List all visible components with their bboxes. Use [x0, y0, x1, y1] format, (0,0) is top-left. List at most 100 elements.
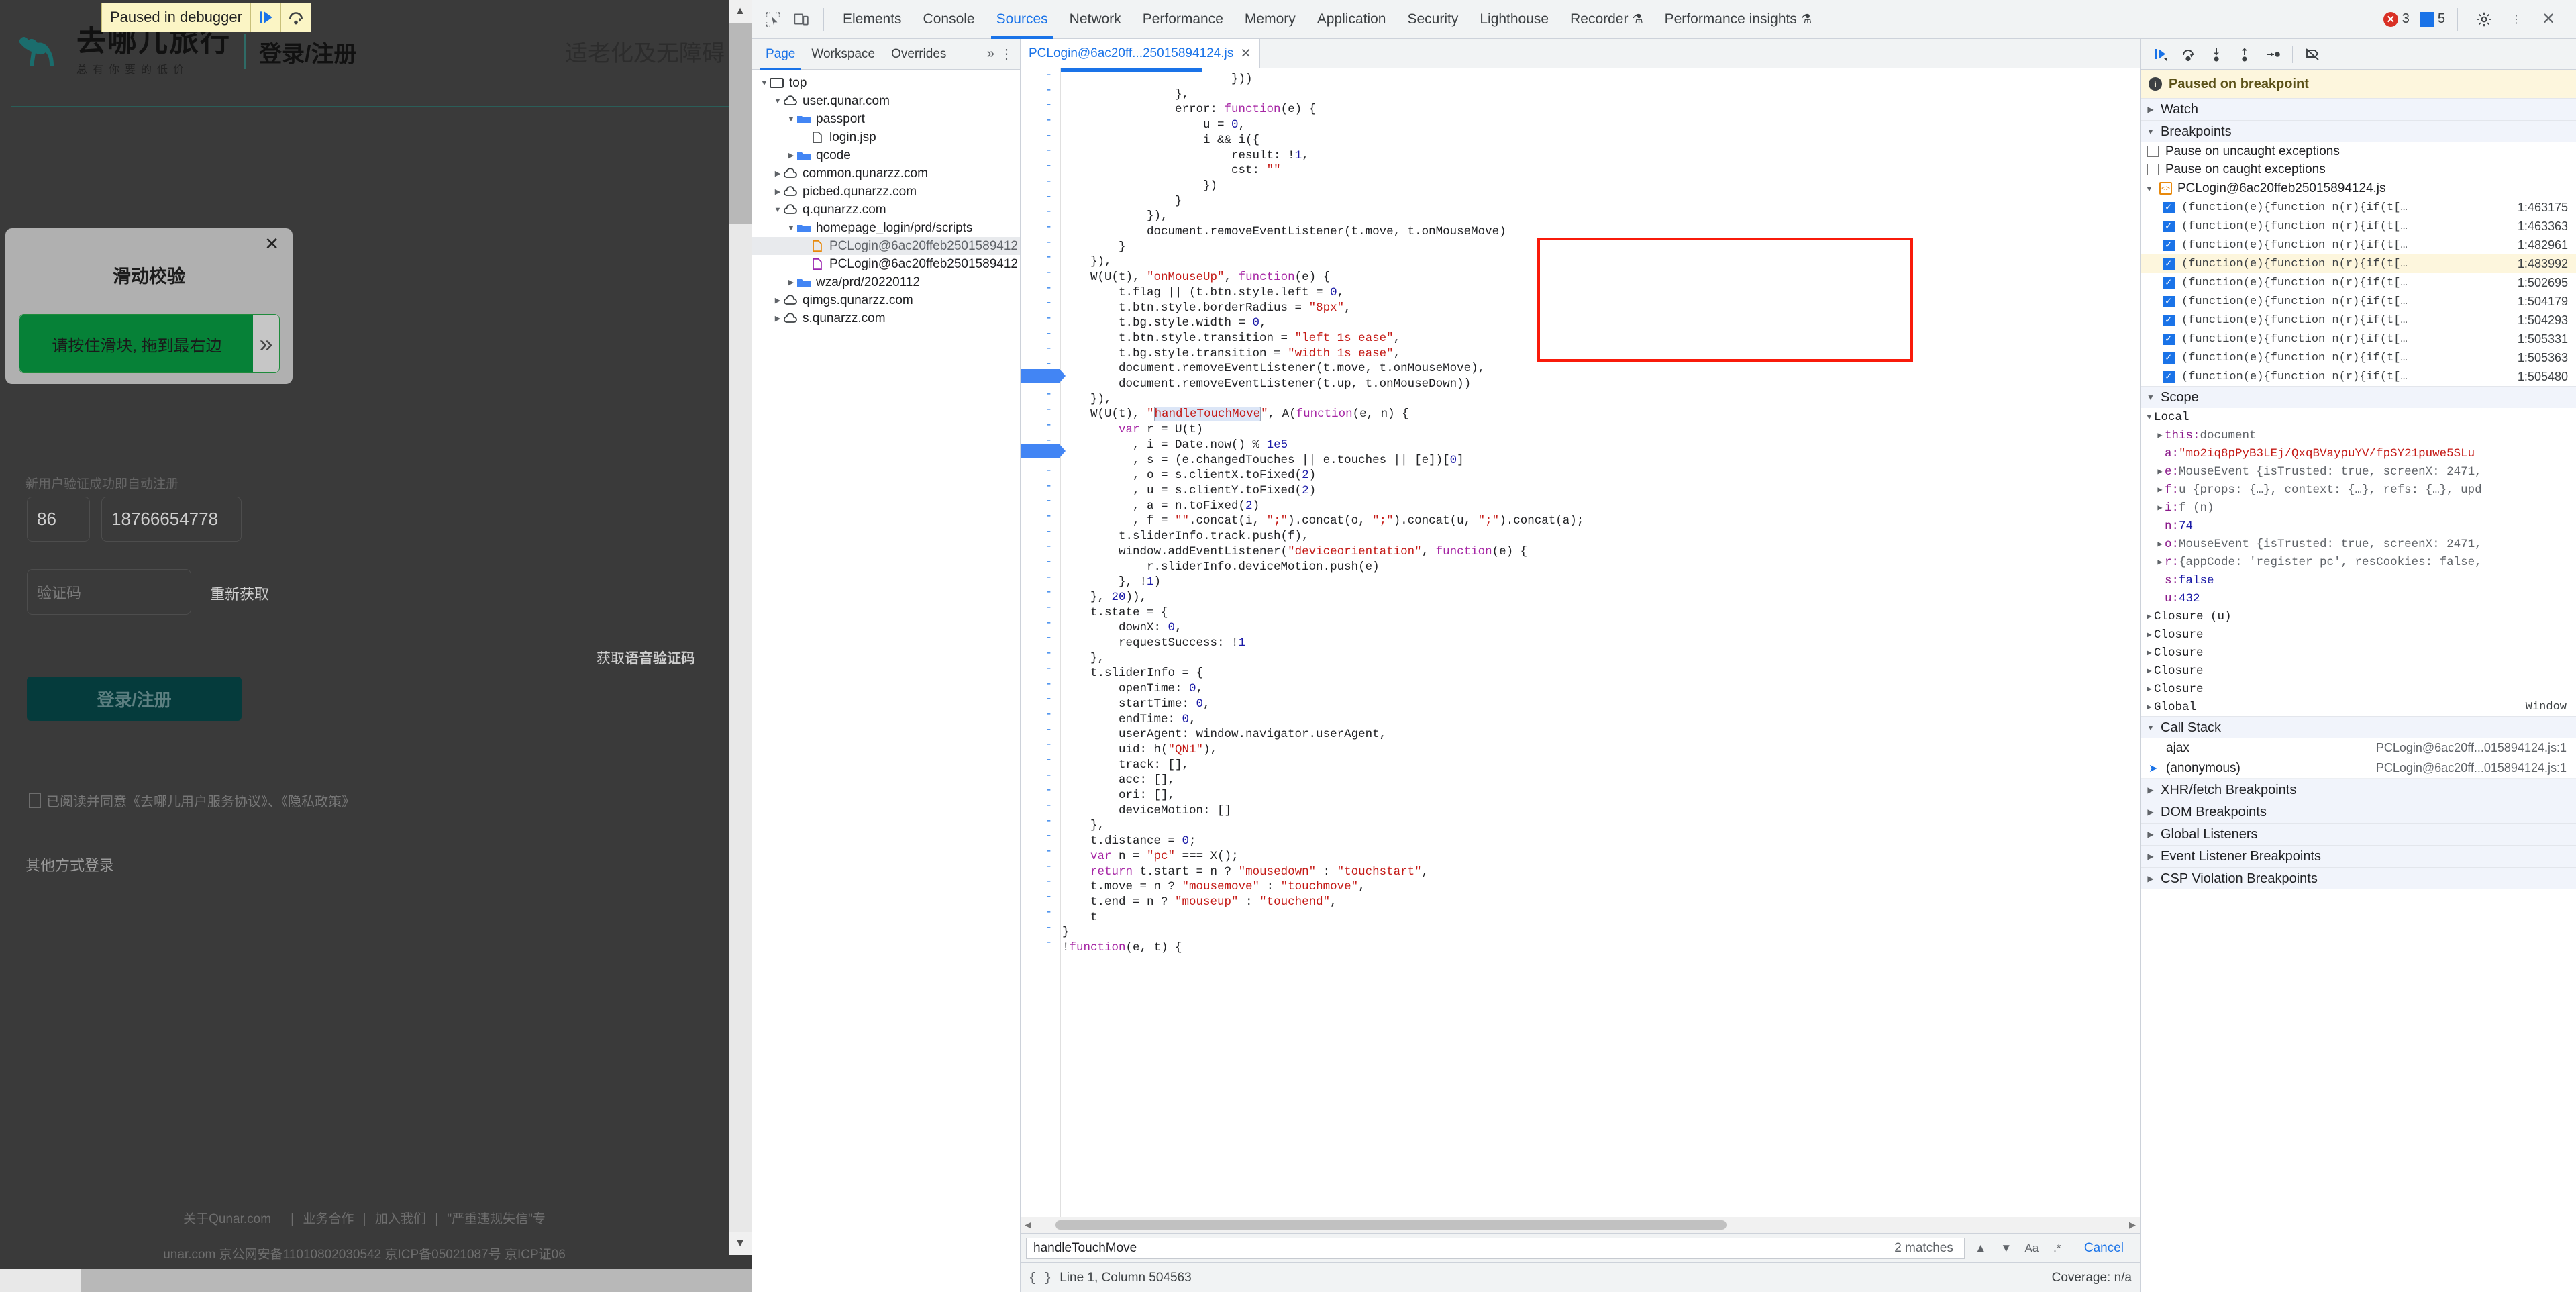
scroll-right-icon[interactable]: ▶ — [2125, 1220, 2140, 1230]
tab-sources[interactable]: Sources — [986, 0, 1059, 39]
line-number[interactable]: - — [1021, 556, 1060, 571]
kebab-menu-icon[interactable]: ⋮ — [2502, 5, 2530, 34]
step-into-icon[interactable] — [2204, 42, 2229, 67]
tree-item[interactable]: ▶ qcode — [752, 146, 1020, 164]
line-number[interactable]: - — [1021, 815, 1060, 830]
line-number[interactable]: - — [1021, 388, 1060, 403]
page-horizontal-scrollbar[interactable] — [0, 1269, 752, 1292]
gear-icon[interactable] — [2470, 5, 2498, 34]
breakpoints-section-header[interactable]: ▼ Breakpoints — [2141, 120, 2576, 142]
line-number[interactable]: - — [1021, 526, 1060, 541]
editor-tab-pclogin[interactable]: PCLogin@6ac20ff...25015894124.js ✕ — [1021, 38, 1260, 68]
section-event-listener-breakpoints[interactable]: ▶ Event Listener Breakpoints — [2141, 845, 2576, 867]
line-number[interactable]: - — [1021, 708, 1060, 724]
tab-recorder[interactable]: Recorder ⚗ — [1559, 0, 1654, 39]
chevron-down-icon[interactable]: ▼ — [786, 115, 796, 123]
tree-item[interactable]: ▶ s.qunarzz.com — [752, 309, 1020, 328]
line-number[interactable]: - — [1021, 191, 1060, 206]
line-number[interactable]: - — [1021, 251, 1060, 266]
navigator-tab-page[interactable]: Page — [758, 39, 803, 70]
tab-application[interactable]: Application — [1306, 0, 1397, 39]
code-view[interactable]: ----------------------------------------… — [1021, 68, 2140, 1233]
line-number[interactable]: - — [1021, 282, 1060, 297]
tree-item[interactable]: ▼ homepage_login/prd/scripts — [752, 219, 1020, 237]
scrollbar-thumb[interactable] — [729, 23, 752, 224]
pretty-print-icon[interactable]: { } — [1029, 1271, 1051, 1285]
call-stack-section-header[interactable]: ▼ Call Stack — [2141, 716, 2576, 738]
chevron-down-icon[interactable]: ▼ — [1997, 1239, 2016, 1258]
step-over-icon[interactable] — [281, 3, 311, 32]
chevron-right-icon[interactable]: ▶ — [772, 314, 783, 323]
breakpoint-item[interactable]: (function(e){function n(r){if(t[… 1:46317… — [2141, 198, 2576, 217]
scope-local-header[interactable]: ▼ Local — [2141, 408, 2576, 426]
tree-item[interactable]: PCLogin@6ac20ffeb2501589412 — [752, 237, 1020, 255]
line-number[interactable]: - — [1021, 160, 1060, 175]
breakpoint-checkbox[interactable] — [2163, 370, 2175, 383]
tab-performance-insights[interactable]: Performance insights ⚗ — [1654, 0, 1822, 39]
tree-item[interactable]: ▶ qimgs.qunarzz.com — [752, 291, 1020, 309]
breakpoint-checkbox[interactable] — [2163, 238, 2175, 251]
footer-link-jobs[interactable]: 加入我们 — [375, 1212, 426, 1226]
breakpoint-item[interactable]: (function(e){function n(r){if(t[… 1:48296… — [2141, 236, 2576, 254]
code-horizontal-scrollbar[interactable]: ◀ ▶ — [1021, 1217, 2140, 1233]
line-number[interactable]: - — [1021, 830, 1060, 845]
line-number[interactable]: - — [1021, 860, 1060, 876]
tab-network[interactable]: Network — [1059, 0, 1132, 39]
breakpoint-file-row[interactable]: ▼ <> PCLogin@6ac20ffeb25015894124.js — [2141, 179, 2576, 198]
scope-closure[interactable]: ▶ Closure (u) — [2141, 607, 2576, 626]
step-over-icon[interactable] — [2175, 42, 2201, 67]
line-number[interactable]: - — [1021, 144, 1060, 160]
pause-caught-checkbox[interactable] — [2147, 164, 2159, 175]
line-number[interactable]: - — [1021, 784, 1060, 799]
line-number[interactable]: - — [1021, 875, 1060, 891]
line-number[interactable]: - — [1021, 693, 1060, 708]
section-xhr-fetch-breakpoints[interactable]: ▶ XHR/fetch Breakpoints — [2141, 779, 2576, 801]
scrollbar-thumb[interactable] — [1055, 1220, 1727, 1230]
scope-global-row[interactable]: ▶ Global Window — [2141, 698, 2576, 716]
call-stack-frame[interactable]: ➤ (anonymous) PCLogin@6ac20ff...015894124.… — [2141, 758, 2576, 779]
line-number[interactable]: - — [1021, 464, 1060, 480]
line-number[interactable]: - — [1021, 724, 1060, 739]
chevron-right-icon[interactable]: ▶ — [772, 187, 783, 196]
breakpoint-item[interactable]: (function(e){function n(r){if(t[… 1:50429… — [2141, 311, 2576, 330]
chevron-right-icon[interactable]: ▶ — [2155, 557, 2165, 567]
line-number[interactable]: - — [1021, 540, 1060, 556]
step-out-icon[interactable] — [2232, 42, 2257, 67]
inspect-element-icon[interactable] — [759, 5, 787, 34]
scope-variable[interactable]: ▶ f: u {props: {…}, context: {…}, refs: {… — [2141, 481, 2576, 499]
breakpoint-item[interactable]: (function(e){function n(r){if(t[… 1:50417… — [2141, 292, 2576, 311]
tree-item[interactable]: ▼ top — [752, 74, 1020, 92]
line-number[interactable]: - — [1021, 114, 1060, 130]
scope-variable[interactable]: ▶ i: f (n) — [2141, 499, 2576, 517]
scope-variable[interactable]: u: 432 — [2141, 589, 2576, 607]
chevron-right-icon[interactable]: ▶ — [786, 278, 796, 287]
scope-variable[interactable]: a: "mo2iq8pPyB3LEj/QxqBVaypuYV/fpSY21puw… — [2141, 444, 2576, 462]
tree-item[interactable]: login.jsp — [752, 128, 1020, 146]
line-number[interactable]: - — [1021, 845, 1060, 860]
line-number[interactable]: - — [1021, 236, 1060, 252]
line-number[interactable]: - — [1021, 342, 1060, 358]
resume-script-icon[interactable] — [251, 3, 280, 32]
footer-link-violation[interactable]: "严重违规失信"专 — [447, 1212, 546, 1226]
line-number[interactable]: - — [1021, 297, 1060, 312]
close-icon[interactable]: ✕ — [1240, 45, 1251, 62]
line-number-gutter[interactable]: ----------------------------------------… — [1021, 68, 1061, 1233]
footer-link-about[interactable]: 关于Qunar.com — [183, 1212, 271, 1226]
breakpoint-checkbox[interactable] — [2163, 257, 2175, 270]
breakpoint-checkbox[interactable] — [2163, 313, 2175, 326]
chevron-right-icon[interactable]: ▶ — [2155, 430, 2165, 440]
line-number[interactable]: - — [1021, 266, 1060, 282]
line-number[interactable]: - — [1021, 799, 1060, 815]
resend-code-link[interactable]: 重新获取 — [210, 583, 269, 604]
scrollbar-track[interactable] — [1035, 1217, 2125, 1233]
chevron-right-icon[interactable]: ▶ — [2155, 539, 2165, 549]
line-number[interactable]: - — [1021, 891, 1060, 906]
scope-variable[interactable]: ▶ o: MouseEvent {isTrusted: true, screenX… — [2141, 535, 2576, 553]
scroll-up-icon[interactable]: ▲ — [729, 0, 752, 23]
tree-item[interactable]: PCLogin@6ac20ffeb2501589412 — [752, 255, 1020, 273]
deactivate-breakpoints-icon[interactable] — [2300, 42, 2325, 67]
navigator-tab-workspace[interactable]: Workspace — [803, 39, 883, 70]
line-number[interactable]: - — [1021, 495, 1060, 510]
find-cancel-button[interactable]: Cancel — [2073, 1241, 2134, 1256]
scrollbar-thumb[interactable] — [81, 1269, 752, 1292]
